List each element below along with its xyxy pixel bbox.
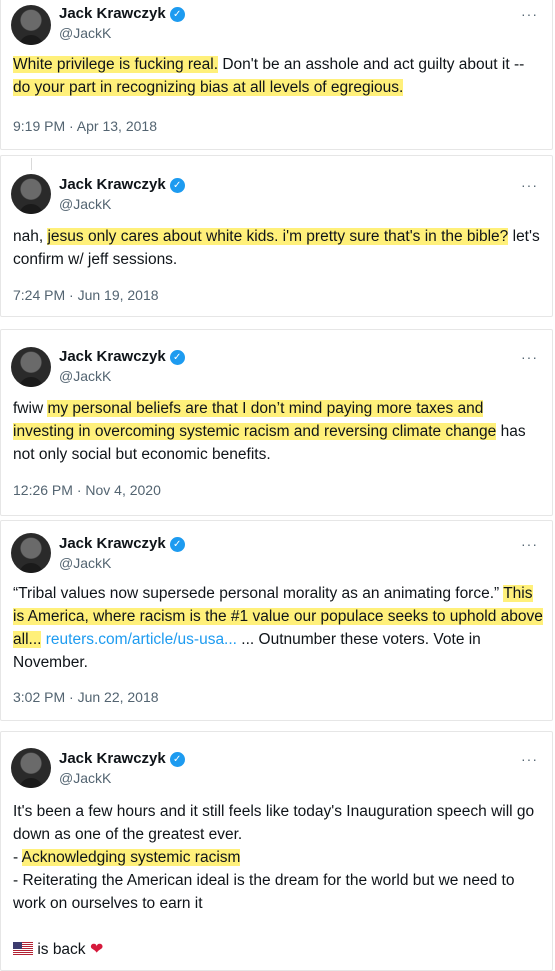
highlighted-text: Acknowledging systemic racism xyxy=(21,849,241,866)
author-name-text: Jack Krawczyk xyxy=(59,5,166,22)
red-heart-icon: ❤ xyxy=(85,941,104,958)
author-handle[interactable]: @JackK xyxy=(59,196,111,213)
thread-line xyxy=(31,158,32,170)
verified-badge-icon: ✓ xyxy=(169,536,185,552)
tweet-line: is back ❤ xyxy=(13,938,545,961)
tweet-text-segment: nah, xyxy=(13,228,48,245)
tweet-card[interactable]: Jack Krawczyk ✓ @JackK ··· It's been a f… xyxy=(0,731,553,971)
tweet-text-segment: fwiw xyxy=(13,400,48,417)
avatar[interactable] xyxy=(11,347,51,387)
highlighted-text: jesus only cares about white kids. i'm p… xyxy=(47,228,509,245)
tweet-timestamp[interactable]: 7:24 PM · Jun 19, 2018 xyxy=(13,287,159,304)
author-name-text: Jack Krawczyk xyxy=(59,750,166,767)
author-name-text: Jack Krawczyk xyxy=(59,348,166,365)
verified-badge-icon: ✓ xyxy=(169,349,185,365)
tweet-text: “Tribal values now supersede personal mo… xyxy=(13,582,545,674)
verified-badge-icon: ✓ xyxy=(169,177,185,193)
author-name[interactable]: Jack Krawczyk ✓ xyxy=(59,750,185,768)
more-options-icon[interactable]: ··· xyxy=(521,537,538,551)
tweet-timestamp[interactable]: 3:02 PM · Jun 22, 2018 xyxy=(13,689,159,706)
tweet-text: nah, jesus only cares about white kids. … xyxy=(13,225,545,271)
avatar[interactable] xyxy=(11,174,51,214)
tweet-card[interactable]: Jack Krawczyk ✓ @JackK ··· White privile… xyxy=(0,0,553,150)
tweet-card[interactable]: Jack Krawczyk ✓ @JackK ··· nah, jesus on… xyxy=(0,155,553,317)
avatar[interactable] xyxy=(11,533,51,573)
avatar[interactable] xyxy=(11,748,51,788)
author-name-text: Jack Krawczyk xyxy=(59,535,166,552)
tweet-line: It's been a few hours and it still feels… xyxy=(13,800,545,846)
tweet-text-segment: - Reiterating the American ideal is the … xyxy=(13,872,515,912)
us-flag-icon xyxy=(13,942,33,955)
tweet-line: - Acknowledging systemic racism xyxy=(13,846,545,869)
author-name[interactable]: Jack Krawczyk ✓ xyxy=(59,348,185,366)
tweet-text: White privilege is fucking real. Don't b… xyxy=(13,53,545,99)
tweet-text: It's been a few hours and it still feels… xyxy=(13,800,545,961)
tweet-text-segment: “Tribal values now supersede personal mo… xyxy=(13,585,504,602)
author-name[interactable]: Jack Krawczyk ✓ xyxy=(59,5,185,23)
author-name[interactable]: Jack Krawczyk ✓ xyxy=(59,535,185,553)
author-handle[interactable]: @JackK xyxy=(59,368,111,385)
author-handle[interactable]: @JackK xyxy=(59,770,111,787)
tweet-card[interactable]: Jack Krawczyk ✓ @JackK ··· “Tribal value… xyxy=(0,520,553,721)
tweet-timestamp[interactable]: 9:19 PM · Apr 13, 2018 xyxy=(13,118,157,135)
more-options-icon[interactable]: ··· xyxy=(521,7,538,21)
tweet-link[interactable]: reuters.com/article/us-usa... xyxy=(46,631,237,648)
tweet-text-segment: It's been a few hours and it still feels… xyxy=(13,803,535,843)
tweet-text-segment: - xyxy=(13,849,22,866)
more-options-icon[interactable]: ··· xyxy=(521,350,538,364)
verified-badge-icon: ✓ xyxy=(169,6,185,22)
tweet-line: - Reiterating the American ideal is the … xyxy=(13,869,545,915)
tweet-line xyxy=(13,915,545,938)
highlighted-text: my personal beliefs are that I don’t min… xyxy=(13,400,497,440)
more-options-icon[interactable]: ··· xyxy=(521,178,538,192)
tweet-timestamp[interactable]: 12:26 PM · Nov 4, 2020 xyxy=(13,482,161,499)
verified-badge-icon: ✓ xyxy=(169,751,185,767)
author-handle[interactable]: @JackK xyxy=(59,555,111,572)
author-handle[interactable]: @JackK xyxy=(59,25,111,42)
highlighted-text: White privilege is fucking real. xyxy=(13,56,219,73)
tweet-card[interactable]: Jack Krawczyk ✓ @JackK ··· fwiw my perso… xyxy=(0,329,553,516)
author-name-text: Jack Krawczyk xyxy=(59,176,166,193)
author-name[interactable]: Jack Krawczyk ✓ xyxy=(59,176,185,194)
tweet-text-segment: Don't be an asshole and act guilty about… xyxy=(218,56,525,73)
more-options-icon[interactable]: ··· xyxy=(521,752,538,766)
tweet-text: fwiw my personal beliefs are that I don’… xyxy=(13,397,545,466)
tweet-text-segment: is back xyxy=(37,941,86,958)
avatar[interactable] xyxy=(11,5,51,45)
highlighted-text: do your part in recognizing bias at all … xyxy=(13,79,404,96)
